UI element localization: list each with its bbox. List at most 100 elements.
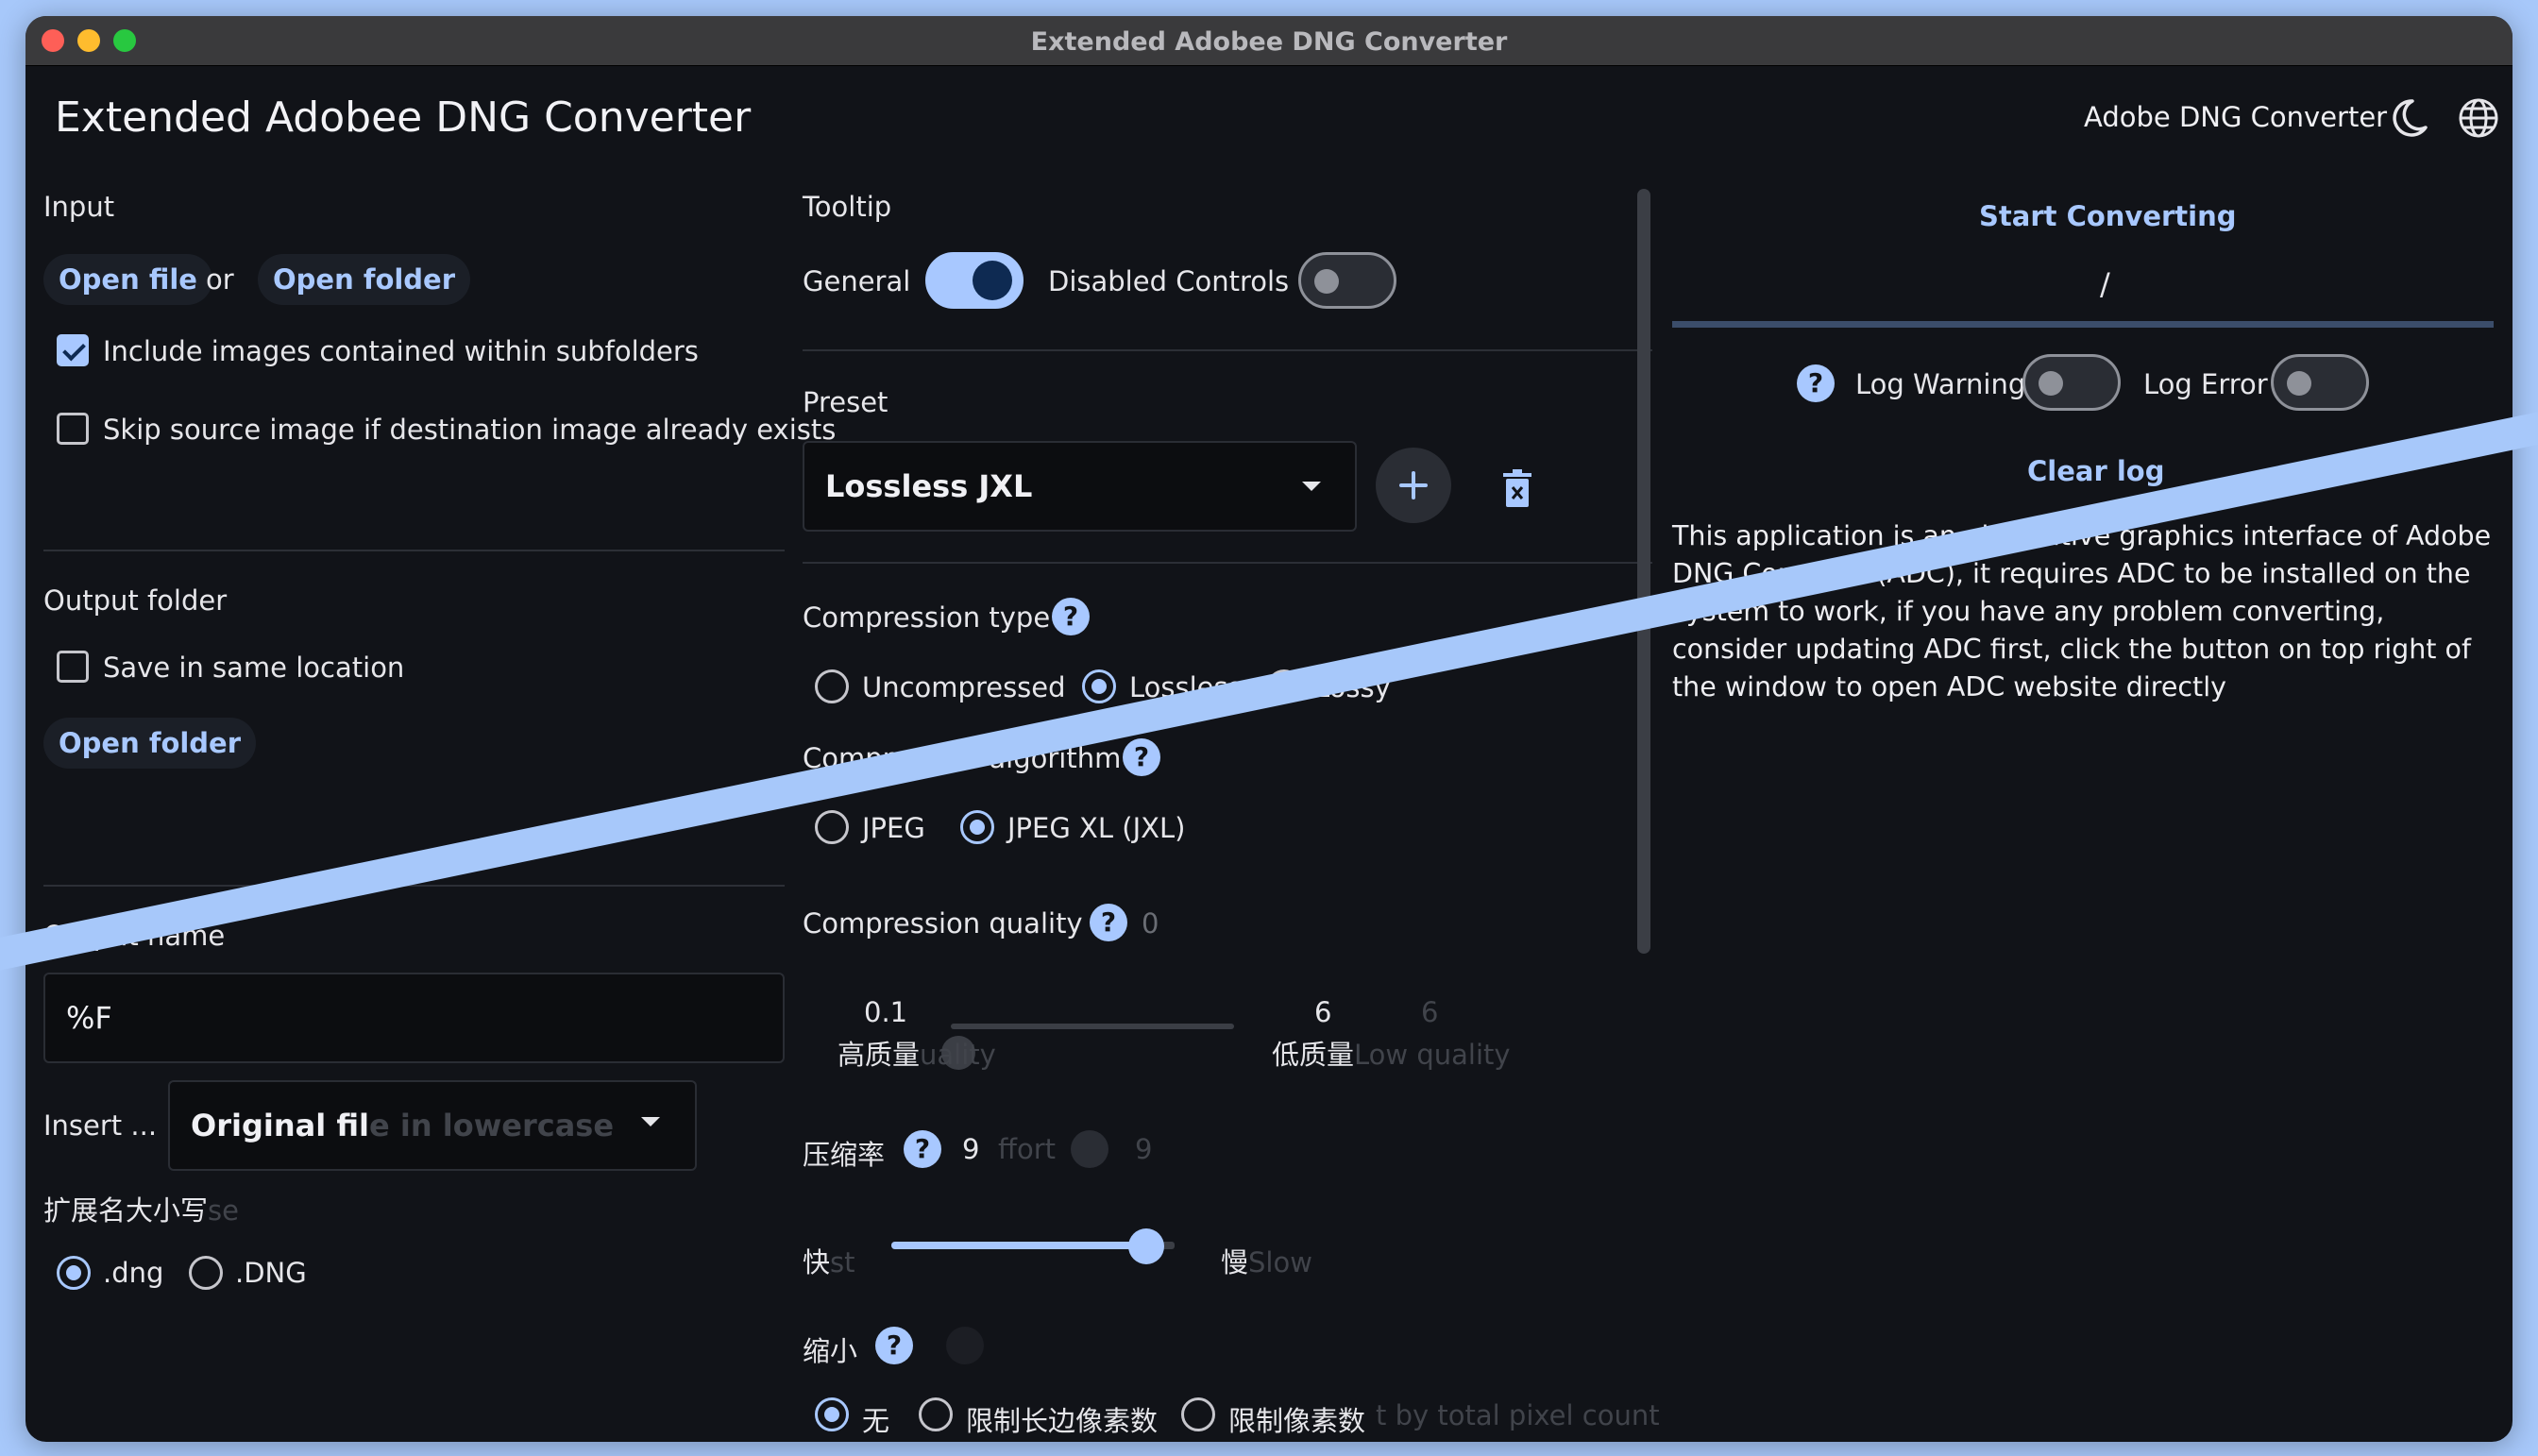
quality-max-value-ghost: 6 <box>1421 996 1439 1028</box>
effort-fast-label: 快st <box>803 1241 855 1280</box>
effort-slow-ghost: Slow <box>1248 1246 1312 1278</box>
output-folder-heading: Output folder <box>43 584 228 617</box>
moon-icon[interactable] <box>2386 95 2431 141</box>
downscale-pixel-count-radio[interactable] <box>1181 1397 1215 1431</box>
ext-lower-label: .dng <box>103 1257 164 1289</box>
globe-icon[interactable] <box>2456 95 2501 141</box>
downscale-none-radio[interactable] <box>815 1397 849 1431</box>
jxl-label: JPEG XL (JXL) <box>1007 812 1186 844</box>
open-file-button[interactable]: Open file <box>43 254 212 305</box>
tooltip-disabled-toggle[interactable] <box>1298 252 1396 309</box>
tooltip-general-toggle[interactable] <box>925 252 1024 309</box>
effort-help-icon[interactable]: ? <box>904 1130 941 1168</box>
compression-type-help-icon[interactable]: ? <box>1052 598 1090 635</box>
downscale-ghost-text: t by total pixel count <box>1376 1399 1660 1431</box>
compression-type-heading: Compression type <box>803 601 1051 634</box>
input-heading: Input <box>43 191 115 223</box>
open-input-folder-button[interactable]: Open folder <box>258 254 471 305</box>
effort-slider-thumb[interactable] <box>1128 1228 1164 1264</box>
compression-quality-heading: Compression quality <box>803 907 1083 940</box>
compression-quality-value: 0 <box>1142 907 1159 940</box>
skip-existing-label: Skip source image if destination image a… <box>103 414 837 446</box>
progress-bar <box>1672 321 2494 328</box>
clear-log-button[interactable]: Clear log <box>2027 455 2164 487</box>
effort-fast-ghost: st <box>830 1246 855 1278</box>
quality-max-value: 6 <box>1314 996 1332 1028</box>
downscale-long-edge-radio[interactable] <box>919 1397 953 1431</box>
toggle-knob <box>1314 269 1339 294</box>
effort-value: 9 <box>962 1133 980 1165</box>
log-help-icon[interactable]: ? <box>1797 364 1835 402</box>
effort-heading: 压缩率 <box>803 1139 886 1171</box>
uncompressed-radio[interactable] <box>815 669 849 703</box>
ext-lower-radio[interactable] <box>57 1256 91 1290</box>
ext-upper-label: .DNG <box>235 1257 307 1289</box>
mid-divider-1 <box>803 349 1652 351</box>
ext-upper-radio[interactable] <box>189 1256 223 1290</box>
trash-icon[interactable] <box>1500 469 1534 509</box>
preset-select[interactable]: Lossless JXL <box>803 441 1357 532</box>
insert-select-value: Original fil <box>191 1108 369 1143</box>
middle-scrollbar[interactable] <box>1637 189 1650 954</box>
quality-slider-track[interactable] <box>951 1024 1234 1029</box>
quality-min-label: 高质量uality <box>838 1033 996 1073</box>
start-converting-button[interactable]: Start Converting <box>1979 200 2237 232</box>
app-title: Extended Adobee DNG Converter <box>55 93 752 142</box>
effort-ghost-value: 9 <box>1135 1133 1153 1165</box>
output-name-input[interactable]: %F <box>43 973 785 1063</box>
include-subfolders-checkbox[interactable] <box>57 334 89 366</box>
tooltip-heading: Tooltip <box>803 191 892 223</box>
toggle-knob <box>2039 371 2063 396</box>
chevron-down-icon <box>641 1117 660 1126</box>
jpeg-label: JPEG <box>862 812 925 844</box>
quality-min-value: 0.1 <box>864 996 908 1028</box>
downscale-pixel-count-label: 限制像素数 <box>1228 1405 1366 1437</box>
jpeg-radio[interactable] <box>815 810 849 844</box>
downscale-help-icon[interactable]: ? <box>875 1327 913 1364</box>
add-preset-button[interactable] <box>1376 448 1451 523</box>
uncompressed-label: Uncompressed <box>862 671 1066 703</box>
open-output-folder-button[interactable]: Open folder <box>43 718 257 769</box>
downscale-ghost-help-icon <box>946 1327 984 1364</box>
extension-heading: 扩展名大小写se <box>43 1189 239 1228</box>
quality-max-label: 低质量Low quality <box>1272 1033 1511 1073</box>
window-title: Extended Adobee DNG Converter <box>1030 27 1508 57</box>
include-subfolders-label: Include images contained within subfolde… <box>103 335 699 367</box>
effort-ghost-heading: ffort <box>998 1133 1057 1165</box>
extension-heading-ghost: se <box>208 1194 239 1227</box>
skip-existing-checkbox[interactable] <box>57 413 89 445</box>
log-error-label: Log Error <box>2143 368 2268 400</box>
tooltip-general-label: General <box>803 265 911 297</box>
effort-slow-text: 慢 <box>1221 1246 1249 1278</box>
title-bar: Extended Adobee DNG Converter <box>25 16 2513 66</box>
log-error-toggle[interactable] <box>2271 354 2369 411</box>
plus-icon <box>1399 471 1428 499</box>
tooltip-disabled-label: Disabled Controls <box>1048 265 1290 297</box>
jxl-radio[interactable] <box>960 810 994 844</box>
or-label: or <box>206 263 234 296</box>
left-divider-1 <box>43 550 785 551</box>
left-divider-2 <box>43 885 785 887</box>
lossless-radio[interactable] <box>1082 669 1116 703</box>
compression-algorithm-help-icon[interactable]: ? <box>1123 738 1160 776</box>
chevron-down-icon <box>1302 482 1321 491</box>
quality-min-text: 高质量 <box>838 1039 921 1071</box>
compression-quality-help-icon[interactable]: ? <box>1090 904 1127 941</box>
insert-select[interactable]: Original file in lowercase <box>168 1080 697 1171</box>
app-window: Extended Adobee DNG Converter Extended A… <box>25 16 2513 1442</box>
effort-slow-label: 慢Slow <box>1221 1241 1312 1280</box>
quality-max-text: 低质量 <box>1272 1039 1355 1071</box>
preset-heading: Preset <box>803 386 888 418</box>
same-location-label: Save in same location <box>103 652 405 684</box>
log-message: This application is an alternative graph… <box>1672 520 2492 703</box>
log-warning-toggle[interactable] <box>2022 354 2121 411</box>
downscale-heading: 缩小 <box>803 1335 858 1367</box>
log-warning-label: Log Warning <box>1855 368 2026 400</box>
toggle-knob <box>2287 371 2311 396</box>
downscale-long-edge-label: 限制长边像素数 <box>966 1405 1159 1437</box>
effort-fast-text: 快 <box>803 1246 831 1278</box>
insert-label: Insert ... <box>43 1109 158 1142</box>
same-location-checkbox[interactable] <box>57 651 89 683</box>
adobe-dng-converter-link[interactable]: Adobe DNG Converter <box>2084 101 2387 133</box>
effort-slider-fill <box>891 1242 1146 1249</box>
